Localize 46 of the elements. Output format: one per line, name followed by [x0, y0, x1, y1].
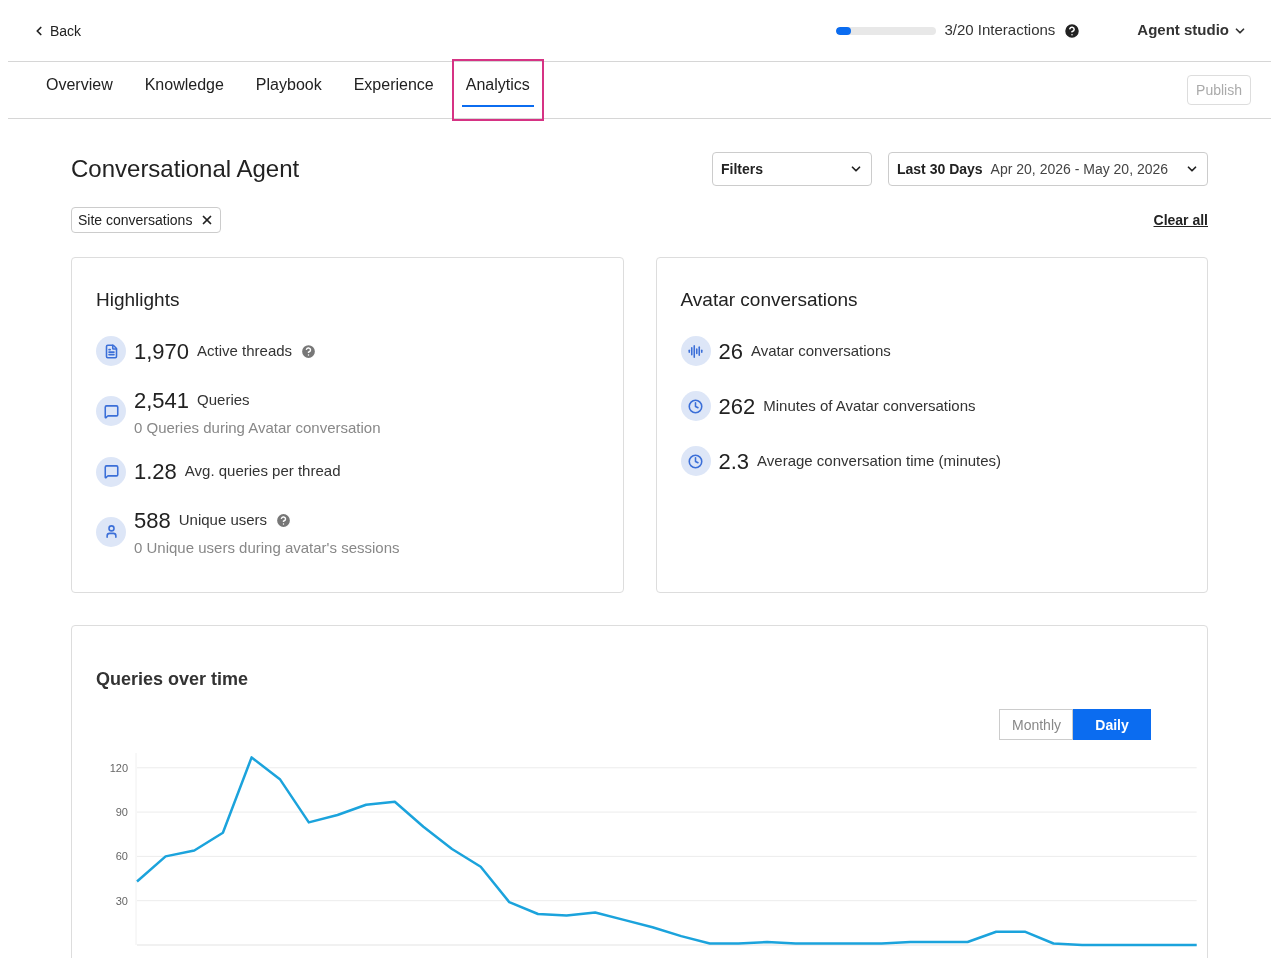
help-icon[interactable] [1063, 21, 1082, 40]
metric-value: 588 [134, 507, 171, 535]
metric-label: Queries [197, 389, 250, 410]
nav-tab[interactable]: Experience [339, 59, 448, 121]
nav-tab[interactable]: Overview [32, 59, 127, 121]
y-axis-label: 30 [115, 894, 128, 907]
card-title: Queries over time [96, 668, 250, 691]
metric-value: 2,541 [134, 386, 190, 415]
metric-value: 26 [718, 337, 743, 366]
metric-value: 2.3 [718, 447, 750, 476]
page-title: Conversational Agent [71, 154, 300, 184]
metric-value: 1,970 [134, 337, 190, 366]
clear-all-link[interactable]: Clear all [1153, 210, 1208, 230]
nav-tab[interactable]: Knowledge [130, 59, 238, 121]
filters-dropdown[interactable]: Filters [712, 152, 872, 186]
metric-value: 262 [718, 392, 756, 421]
y-axis-label: 90 [115, 806, 128, 819]
chat-bubble-icon [96, 396, 126, 427]
sound-wave-icon [680, 336, 711, 366]
metric-subtext: 0 Queries during Avatar conversation [134, 417, 381, 438]
metric-value: 1.28 [134, 458, 177, 486]
metric-label: Minutes of Avatar conversations [763, 395, 976, 416]
person-icon [96, 516, 126, 547]
metric-label: Avatar conversations [751, 340, 891, 361]
filter-chip[interactable]: Site conversations [71, 207, 222, 233]
date-range-dropdown[interactable]: Last 30 Days Apr 20, 2026 - May 20, 2026 [888, 152, 1208, 186]
y-axis-label: 120 [109, 761, 128, 774]
card-title: Highlights [96, 288, 181, 312]
y-axis-label: 60 [115, 850, 128, 863]
metric-label: Avg. queries per thread [184, 461, 341, 482]
metric-label: Unique users [178, 510, 268, 531]
metric-subtext: 0 Unique users during avatar's sessions [134, 538, 400, 558]
interactions-count: 3/20 Interactions [944, 20, 1056, 41]
metric-label: Average conversation time (minutes) [757, 450, 1002, 471]
clock-icon [680, 446, 711, 476]
nav-tab[interactable]: Analytics [451, 59, 544, 121]
period-toggle[interactable]: Monthly [999, 709, 1073, 740]
period-toggle[interactable]: Daily [1073, 709, 1151, 740]
card-title: Avatar conversations [680, 288, 859, 312]
chat-bubble-icon [96, 456, 126, 487]
back-link[interactable]: Back [32, 20, 82, 41]
document-icon [96, 336, 126, 366]
nav-tab[interactable]: Playbook [241, 59, 336, 121]
clock-icon [680, 391, 711, 421]
metric-label: Active threads [197, 340, 293, 361]
workspace-menu[interactable]: Agent studio [1137, 19, 1247, 42]
